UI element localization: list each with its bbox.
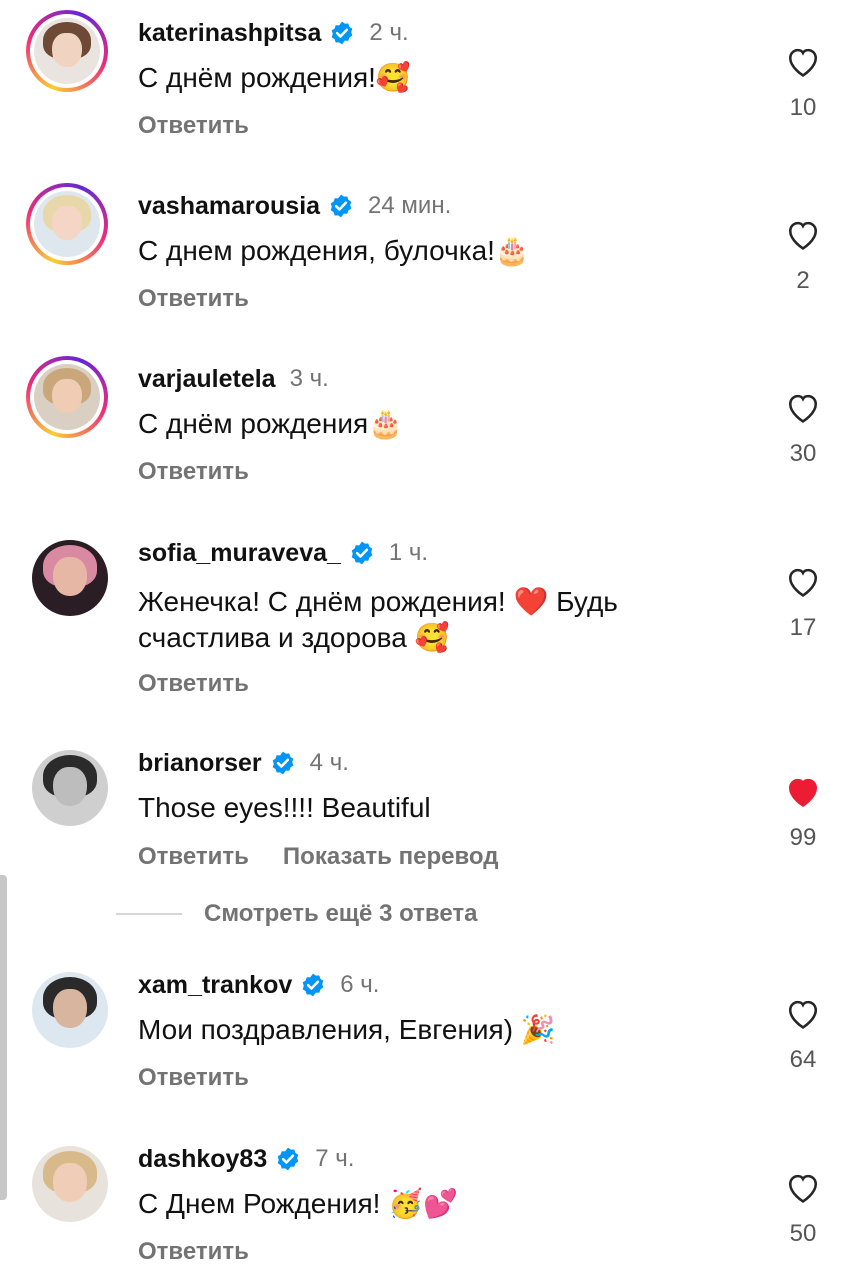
scrollbar[interactable] <box>0 875 7 1200</box>
reply-button[interactable]: Ответить <box>138 843 249 871</box>
heart-outline-icon <box>788 48 818 77</box>
timestamp: 24 мин. <box>368 192 452 219</box>
avatar[interactable] <box>26 10 108 92</box>
comment-text: С днём рождения!🥰 <box>138 62 411 93</box>
username[interactable]: varjauletela <box>138 364 276 394</box>
username[interactable]: katerinashpitsa <box>138 18 321 48</box>
reply-button[interactable]: Ответить <box>138 1238 249 1266</box>
divider <box>116 913 182 915</box>
heart-outline-icon <box>788 394 818 423</box>
username[interactable]: sofia_muraveva_ <box>138 538 341 568</box>
verified-badge-icon <box>272 751 293 775</box>
timestamp: 3 ч. <box>289 365 329 392</box>
timestamp: 7 ч. <box>315 1145 355 1172</box>
heart-outline-icon <box>788 221 818 250</box>
heart-outline-icon <box>788 1000 818 1029</box>
like-button[interactable]: 64 <box>778 998 828 1074</box>
comment-text: Мои поздравления, Евгения) 🎉 <box>138 1014 556 1045</box>
heart-outline-icon <box>788 1174 818 1203</box>
like-count: 64 <box>789 1046 817 1073</box>
like-button[interactable]: 10 <box>778 46 828 122</box>
reply-button[interactable]: Ответить <box>138 670 249 698</box>
like-count: 50 <box>789 1220 817 1247</box>
username[interactable]: brianorser <box>138 748 262 778</box>
verified-badge-icon <box>277 1147 299 1171</box>
username[interactable]: vashamarousia <box>138 191 320 221</box>
avatar[interactable] <box>26 356 108 438</box>
like-button[interactable]: 17 <box>778 566 828 642</box>
heart-outline-icon <box>788 568 818 597</box>
reply-button[interactable]: Ответить <box>138 285 249 313</box>
comment-text: С днем рождения, булочка!🎂 <box>138 235 530 266</box>
username[interactable]: xam_trankov <box>138 970 292 1000</box>
reply-button[interactable]: Ответить <box>138 1064 249 1092</box>
translate-button[interactable]: Показать перевод <box>283 843 499 871</box>
like-count: 17 <box>789 614 817 641</box>
avatar[interactable] <box>26 183 108 265</box>
like-count: 99 <box>789 824 817 851</box>
like-count: 2 <box>796 267 810 294</box>
verified-badge-icon <box>302 973 324 997</box>
verified-badge-icon <box>332 21 353 45</box>
comment-text: С днём рождения🎂 <box>138 408 404 439</box>
avatar[interactable] <box>32 972 108 1048</box>
comment-text: Женечка! С днём рождения! ❤️ Будь счастл… <box>138 586 618 653</box>
like-count: 10 <box>789 94 817 121</box>
like-button[interactable]: 30 <box>778 392 828 468</box>
comment-text: Those eyes!!!! Beautiful <box>138 792 431 823</box>
timestamp: 4 ч. <box>309 749 349 776</box>
heart-filled-icon <box>788 778 818 807</box>
avatar[interactable] <box>32 540 108 616</box>
verified-badge-icon <box>351 541 373 565</box>
like-button[interactable]: 50 <box>778 1172 828 1248</box>
like-button[interactable]: 99 <box>778 776 828 852</box>
timestamp: 2 ч. <box>369 19 409 46</box>
avatar[interactable] <box>32 750 108 826</box>
reply-button[interactable]: Ответить <box>138 112 249 140</box>
avatar[interactable] <box>32 1146 108 1222</box>
like-button[interactable]: 2 <box>778 219 828 295</box>
timestamp: 1 ч. <box>388 539 429 566</box>
verified-badge-icon <box>330 194 352 218</box>
view-more-replies-label: Смотреть ещё 3 ответа <box>204 900 478 927</box>
timestamp: 6 ч. <box>340 971 380 998</box>
view-more-replies[interactable]: Смотреть ещё 3 ответа <box>116 900 477 928</box>
comment-text: С Днем Рождения! 🥳💕 <box>138 1188 458 1219</box>
username[interactable]: dashkoy83 <box>138 1144 267 1174</box>
reply-button[interactable]: Ответить <box>138 458 249 486</box>
like-count: 30 <box>789 440 817 467</box>
